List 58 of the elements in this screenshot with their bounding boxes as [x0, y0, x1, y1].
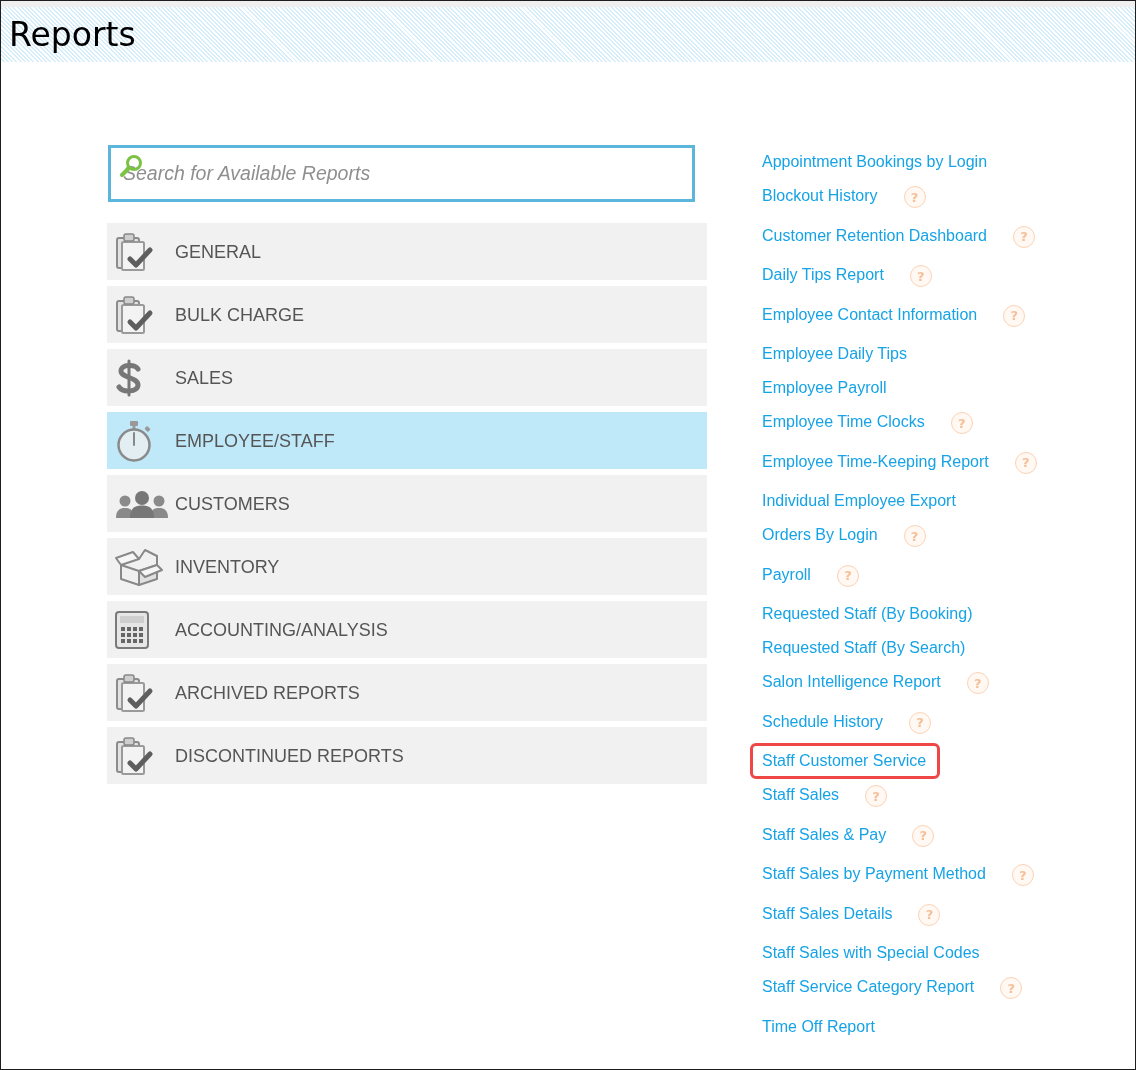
report-link[interactable]: Individual Employee Export: [762, 491, 956, 511]
help-icon[interactable]: ?: [903, 186, 926, 208]
help-icon[interactable]: ?: [1011, 864, 1034, 886]
category-item[interactable]: ARCHIVED REPORTS: [107, 664, 707, 721]
category-item[interactable]: DISCONTINUED REPORTS: [107, 727, 707, 784]
box-icon: [115, 546, 163, 587]
report-link[interactable]: Requested Staff (By Search): [762, 638, 966, 658]
help-icon[interactable]: ?: [909, 265, 932, 287]
help-icon[interactable]: ?: [912, 824, 935, 847]
report-link[interactable]: Staff Sales Details: [762, 903, 893, 924]
dollar-icon: [115, 357, 143, 398]
report-link[interactable]: Staff Service Category Report: [762, 977, 975, 997]
report-link[interactable]: Staff Sales: [762, 785, 840, 805]
stopwatch-icon: [115, 419, 153, 462]
report-link[interactable]: Customer Retention Dashboard: [762, 225, 987, 246]
clipboard-check-icon: [115, 672, 155, 713]
help-icon[interactable]: ?: [836, 564, 859, 587]
report-link[interactable]: Orders By Login: [762, 525, 878, 545]
report-link[interactable]: Payroll: [762, 564, 811, 585]
clipboard-check-icon: [115, 294, 155, 335]
category-item[interactable]: GENERAL: [107, 223, 707, 280]
report-link[interactable]: Requested Staff (By Booking): [762, 604, 973, 624]
report-link[interactable]: Employee Time-Keeping Report: [762, 451, 989, 472]
report-link[interactable]: Schedule History: [762, 711, 883, 732]
category-item[interactable]: CUSTOMERS: [107, 475, 707, 532]
help-icon[interactable]: ?: [865, 785, 888, 807]
report-link[interactable]: Employee Payroll: [762, 378, 887, 398]
category-item[interactable]: ACCOUNTING/ANALYSIS: [107, 601, 707, 658]
help-icon[interactable]: ?: [903, 525, 926, 547]
people-icon: [115, 489, 169, 518]
help-icon[interactable]: ?: [1000, 977, 1023, 999]
report-link[interactable]: Appointment Bookings by Login: [762, 152, 988, 172]
report-link[interactable]: Employee Daily Tips: [762, 344, 907, 364]
report-link[interactable]: Staff Sales & Pay: [762, 824, 887, 845]
category-item[interactable]: BULK CHARGE: [107, 286, 707, 343]
report-link[interactable]: Salon Intelligence Report: [762, 672, 941, 692]
help-icon[interactable]: ?: [966, 672, 989, 694]
report-link[interactable]: Staff Customer Service: [750, 743, 941, 779]
help-icon[interactable]: ?: [908, 711, 931, 734]
report-link[interactable]: Blockout History: [762, 186, 878, 206]
help-icon[interactable]: ?: [1003, 304, 1026, 327]
calculator-icon: [115, 610, 149, 649]
page-title: Reports: [9, 14, 136, 55]
report-link[interactable]: Time Off Report: [762, 1016, 875, 1037]
category-item[interactable]: EMPLOYEE/STAFF: [107, 412, 707, 469]
report-link[interactable]: Staff Sales by Payment Method: [762, 864, 986, 884]
clipboard-check-icon: [115, 735, 155, 776]
help-icon[interactable]: ?: [1014, 451, 1037, 474]
report-link[interactable]: Employee Contact Information: [762, 304, 978, 325]
clipboard-check-icon: [115, 231, 155, 272]
help-icon[interactable]: ?: [918, 903, 941, 926]
report-link[interactable]: Daily Tips Report: [762, 265, 884, 285]
report-link[interactable]: Staff Sales with Special Codes: [762, 943, 980, 963]
category-item[interactable]: INVENTORY: [107, 538, 707, 595]
report-link[interactable]: Employee Time Clocks: [762, 412, 925, 432]
help-icon[interactable]: ?: [1013, 225, 1035, 248]
category-item[interactable]: SALES: [107, 349, 707, 406]
help-icon[interactable]: ?: [950, 412, 973, 434]
